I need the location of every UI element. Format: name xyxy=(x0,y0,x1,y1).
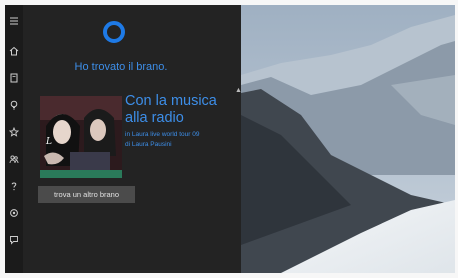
cortana-window: Ho trovato il brano. ▲ L Con la musica a… xyxy=(5,5,455,273)
album-art[interactable]: L xyxy=(40,96,122,178)
svg-text:L: L xyxy=(45,137,52,147)
menu-icon[interactable] xyxy=(8,15,20,27)
notebook-icon[interactable] xyxy=(8,72,20,84)
cortana-logo xyxy=(103,21,125,43)
lightbulb-icon[interactable] xyxy=(8,99,20,111)
desktop-wallpaper xyxy=(241,5,455,273)
help-icon[interactable] xyxy=(8,180,20,192)
find-another-song-button[interactable]: trova un altro brano xyxy=(38,186,135,203)
home-icon[interactable] xyxy=(8,45,20,57)
song-artist: di Laura Pausini xyxy=(125,141,172,148)
song-album: in Laura live world tour 09 xyxy=(125,131,200,138)
cortana-message: Ho trovato il brano. xyxy=(74,61,168,73)
sidebar xyxy=(5,5,23,273)
feedback-icon[interactable] xyxy=(8,234,20,246)
people-icon[interactable] xyxy=(8,153,20,165)
song-title[interactable]: Con la musica alla radio xyxy=(125,93,239,127)
settings-icon[interactable] xyxy=(8,207,20,219)
star-icon[interactable] xyxy=(8,126,20,138)
